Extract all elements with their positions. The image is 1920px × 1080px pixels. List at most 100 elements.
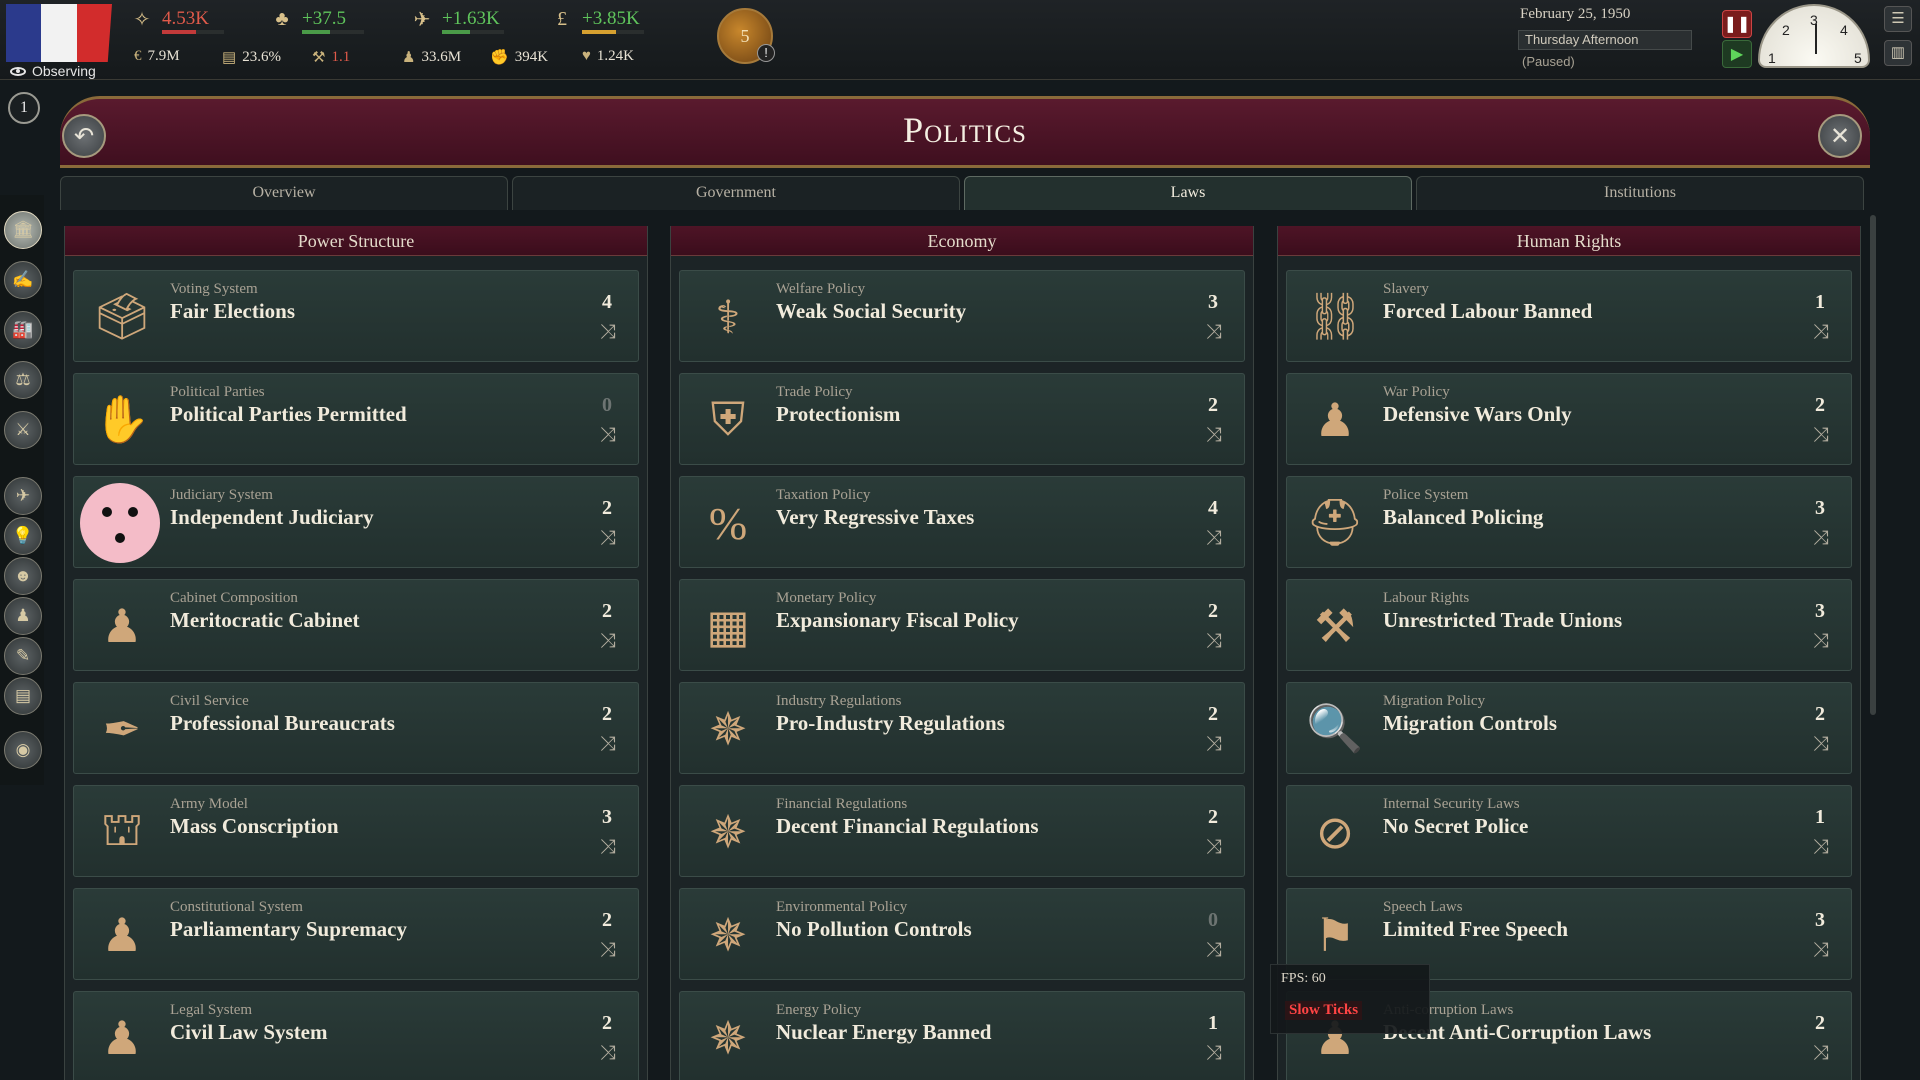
law-row[interactable]: ♟ War Policy Defensive Wars Only 2 ⤨ — [1286, 373, 1852, 465]
menu-icon[interactable]: ☰ — [1884, 6, 1912, 32]
influence-icon: ♣ — [275, 7, 289, 30]
sidebar-button[interactable]: ▤ — [4, 677, 42, 715]
change-law-icon[interactable]: ⤨ — [1206, 422, 1222, 446]
change-law-icon[interactable]: ⤨ — [600, 422, 616, 446]
law-category: Political Parties — [170, 384, 265, 400]
law-row[interactable]: 🗳 Voting System Fair Elections 4 ⤨ — [73, 270, 639, 362]
change-law-icon[interactable]: ⤨ — [1206, 937, 1222, 961]
law-row[interactable]: 🔍 Migration Policy Migration Controls 2 ⤨ — [1286, 682, 1852, 774]
tab-laws[interactable]: Laws — [964, 176, 1412, 210]
change-law-icon[interactable]: ⤨ — [1813, 628, 1829, 652]
notification-count[interactable]: 1 — [8, 92, 40, 124]
sidebar-button[interactable]: ✍ — [4, 261, 42, 299]
sidebar-button[interactable]: ♟ — [4, 597, 42, 635]
law-row[interactable]: ⛫ Army Model Mass Conscription 3 ⤨ — [73, 785, 639, 877]
law-row[interactable]: Judiciary System Independent Judiciary 2 ⤨ — [73, 476, 639, 568]
change-law-icon[interactable]: ⤨ — [600, 1040, 616, 1064]
law-row[interactable]: ⚒ Labour Rights Unrestricted Trade Unions 3… — [1286, 579, 1852, 671]
pause-button[interactable]: ❚❚ — [1722, 10, 1752, 38]
law-row[interactable]: ✵ Industry Regulations Pro-Industry Regula… — [679, 682, 1245, 774]
close-icon: ✕ — [1829, 122, 1851, 150]
law-row[interactable]: ✵ Energy Policy Nuclear Energy Banned 1 ⤨ — [679, 991, 1245, 1080]
law-name: No Secret Police — [1383, 814, 1529, 838]
change-law-icon[interactable]: ⤨ — [1206, 525, 1222, 549]
law-row[interactable]: ⊘ Internal Security Laws No Secret Police 1… — [1286, 785, 1852, 877]
change-law-icon[interactable]: ⤨ — [1813, 1040, 1829, 1064]
change-law-icon[interactable]: ⤨ — [1813, 834, 1829, 858]
law-category: Cabinet Composition — [170, 590, 298, 606]
sidebar-button[interactable]: ⚔ — [4, 411, 42, 449]
change-law-icon[interactable]: ⤨ — [600, 628, 616, 652]
stat-6[interactable]: ♥ 1.24K — [582, 48, 634, 65]
speed-clock[interactable]: 1 2 3 4 5 — [1758, 4, 1870, 68]
change-law-icon[interactable]: ⤨ — [1813, 731, 1829, 755]
sidebar-button[interactable]: ✈ — [4, 477, 42, 515]
stat-5[interactable]: ✊ 394K — [490, 48, 548, 67]
play-button[interactable]: ▶ — [1722, 40, 1752, 68]
law-category: Legal System — [170, 1002, 253, 1018]
law-row[interactable]: ✵ Environmental Policy No Pollution Contro… — [679, 888, 1245, 980]
close-button[interactable]: ✕ — [1818, 114, 1862, 158]
sidebar-button[interactable]: ☻ — [4, 557, 42, 595]
change-law-icon[interactable]: ⤨ — [1813, 319, 1829, 343]
tab-institutions[interactable]: Institutions — [1416, 176, 1864, 210]
change-law-icon[interactable]: ⤨ — [1206, 628, 1222, 652]
change-law-icon[interactable]: ⤨ — [600, 834, 616, 858]
law-row[interactable]: ✒ Civil Service Professional Bureaucrats 2 ⤨ — [73, 682, 639, 774]
country-flag[interactable] — [6, 4, 112, 62]
clock-number: 1 — [1768, 50, 1776, 66]
law-row[interactable]: ✵ Financial Regulations Decent Financial R… — [679, 785, 1245, 877]
stat-value: 33.6M — [421, 49, 462, 65]
change-law-icon[interactable]: ⤨ — [1206, 1040, 1222, 1064]
change-law-icon[interactable]: ⤨ — [600, 731, 616, 755]
resource-2[interactable]: ♣ +37.5 — [268, 6, 364, 34]
stat-3[interactable]: ⚒ 1.1 — [312, 48, 350, 67]
stat-1[interactable]: €7.9M — [134, 48, 180, 65]
law-row[interactable]: % Taxation Policy Very Regressive Taxes 4 ⤨ — [679, 476, 1245, 568]
sidebar-button[interactable]: 🏭 — [4, 311, 42, 349]
resource-bar — [582, 30, 644, 34]
law-row[interactable]: ⛓ Slavery Forced Labour Banned 1 ⤨ — [1286, 270, 1852, 362]
law-row[interactable]: ⛑ Police System Balanced Policing 3 ⤨ — [1286, 476, 1852, 568]
law-row[interactable]: ✋ Political Parties Political Parties Perm… — [73, 373, 639, 465]
sidebar-button[interactable]: ✎ — [4, 637, 42, 675]
sidebar-button[interactable]: 💡 — [4, 517, 42, 555]
crates-icon: ▦ — [706, 601, 750, 652]
tab-overview[interactable]: Overview — [60, 176, 508, 210]
stat-4[interactable]: ♟ 33.6M — [402, 48, 461, 67]
sidebar-button[interactable]: ◉ — [4, 731, 42, 769]
change-law-icon[interactable]: ⤨ — [1813, 937, 1829, 961]
law-row[interactable]: ♟ Legal System Civil Law System 2 ⤨ — [73, 991, 639, 1080]
law-row[interactable]: ▦ Monetary Policy Expansionary Fiscal Poli… — [679, 579, 1245, 671]
change-law-icon[interactable]: ⤨ — [600, 937, 616, 961]
resource-3[interactable]: ✈ +1.63K — [408, 6, 504, 34]
law-approval-count: 2 — [1815, 703, 1825, 725]
change-law-icon[interactable]: ⤨ — [1206, 834, 1222, 858]
back-button[interactable]: ↶ — [62, 114, 106, 158]
sidebar-button[interactable]: 🏛 — [4, 211, 42, 249]
sidebar-button[interactable]: ⚖ — [4, 361, 42, 399]
change-law-icon[interactable]: ⤨ — [600, 319, 616, 343]
resource-1[interactable]: ✧ 4.53K — [128, 6, 224, 34]
police-helmet-icon: ⛑ — [1305, 497, 1365, 548]
ledger-icon[interactable]: ▥ — [1884, 40, 1912, 66]
law-row[interactable]: ♟ Cabinet Composition Meritocratic Cabinet… — [73, 579, 639, 671]
change-law-icon[interactable]: ⤨ — [1813, 422, 1829, 446]
scrollbar[interactable] — [1870, 215, 1876, 715]
law-row[interactable]: ♟ Constitutional System Parliamentary Supr… — [73, 888, 639, 980]
change-law-icon[interactable]: ⤨ — [1206, 319, 1222, 343]
stat-2[interactable]: ▤ 23.6% — [222, 48, 281, 67]
law-row[interactable]: ⛨ Trade Policy Protectionism 2 ⤨ — [679, 373, 1245, 465]
observing-indicator[interactable]: Observing — [10, 63, 96, 79]
authority-icon: ✧ — [133, 8, 151, 31]
resource-4[interactable]: £ +3.85K — [548, 6, 644, 34]
tab-government[interactable]: Government — [512, 176, 960, 210]
change-law-icon[interactable]: ⤨ — [1206, 731, 1222, 755]
ballot-box-icon: 🗳 — [92, 291, 152, 342]
law-row[interactable]: ⚕ Welfare Policy Weak Social Security 3 ⤨ — [679, 270, 1245, 362]
law-approval-count: 1 — [1815, 291, 1825, 313]
change-law-icon[interactable]: ⤨ — [600, 525, 616, 549]
change-law-icon[interactable]: ⤨ — [1813, 525, 1829, 549]
government-icon: 🏛 — [12, 220, 34, 239]
law-approval-count: 2 — [602, 600, 612, 622]
